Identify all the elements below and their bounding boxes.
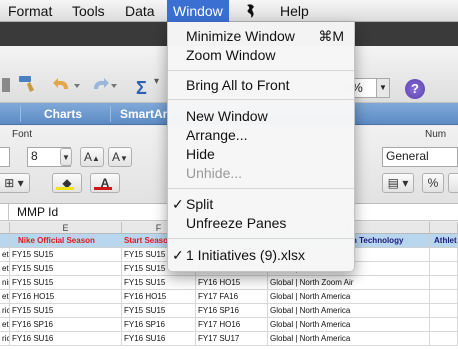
font-group-label: Font — [12, 129, 33, 140]
autosum-dropdown-icon[interactable]: ▾ — [154, 76, 159, 87]
table-cell[interactable]: FY15 SU15 — [10, 304, 122, 318]
menu-separator — [168, 99, 354, 100]
font-size-dropdown-icon[interactable]: ▼ — [60, 148, 72, 166]
table-row: etbalFY16 SP16FY16 SP16FY17 HO16Global |… — [0, 318, 458, 332]
table-cell[interactable]: rican — [0, 304, 10, 318]
zoom-dropdown-icon[interactable]: ▼ — [376, 78, 390, 98]
table-cell[interactable]: Global | North America — [268, 304, 430, 318]
column-header[interactable] — [0, 222, 10, 234]
script-icon[interactable] — [243, 3, 259, 23]
table-cell[interactable]: FY15 SU15 — [10, 262, 122, 276]
header-cell[interactable]: Athlet — [430, 234, 458, 248]
table-cell[interactable]: etbal — [0, 262, 10, 276]
table-cell[interactable]: FY15 SU15 — [122, 304, 196, 318]
redo-icon[interactable] — [88, 76, 118, 99]
table-cell[interactable]: FY17 FA16 — [196, 290, 268, 304]
menubar: Format Tools Data Window Help — [0, 0, 458, 22]
table-cell[interactable]: FY15 SU15 — [122, 276, 196, 290]
table-cell[interactable]: FY16 HO15 — [196, 276, 268, 290]
table-cell[interactable] — [430, 304, 458, 318]
font-color-button[interactable]: A — [90, 173, 120, 193]
menu-tools[interactable]: Tools — [72, 2, 105, 20]
checkmark-icon: ✓ — [172, 247, 184, 263]
shrink-font-button[interactable]: A▼ — [108, 147, 132, 167]
menu-item-unfreeze-panes[interactable]: Unfreeze Panes — [168, 212, 354, 234]
number-format-field[interactable]: General — [382, 147, 458, 167]
number-group-label: Num — [425, 129, 447, 140]
percent-button[interactable]: % — [422, 173, 444, 193]
fill-color-button[interactable]: ◆ — [52, 173, 82, 193]
undo-icon[interactable] — [52, 76, 82, 99]
currency-button[interactable]: ▤ ▾ — [382, 173, 414, 193]
format-painter-icon[interactable] — [16, 73, 38, 100]
table-cell[interactable] — [430, 290, 458, 304]
autosum-icon[interactable]: Σ — [136, 78, 147, 99]
tab-smartart[interactable]: SmartArt — [120, 103, 171, 125]
table-cell[interactable]: FY16 HO15 — [122, 290, 196, 304]
save-icon[interactable] — [2, 76, 12, 99]
menu-format[interactable]: Format — [8, 2, 52, 20]
table-cell[interactable]: etbal — [0, 248, 10, 262]
name-box[interactable] — [0, 204, 9, 221]
menu-separator — [168, 188, 354, 189]
table-row: ningFY15 SU15FY15 SU15FY16 HO15Global | … — [0, 276, 458, 290]
table-cell[interactable] — [430, 318, 458, 332]
table-row: etbalFY16 HO15FY16 HO15FY17 FA16Global |… — [0, 290, 458, 304]
menu-item-open-workbook[interactable]: ✓ 1 Initiatives (9).xlsx — [168, 244, 354, 266]
table-cell[interactable]: FY16 SP16 — [122, 318, 196, 332]
menu-item-zoom-window[interactable]: Zoom Window — [168, 44, 354, 66]
grow-font-button[interactable]: A▲ — [80, 147, 104, 167]
table-cell[interactable]: FY17 HO16 — [196, 318, 268, 332]
menu-window[interactable]: Window — [167, 0, 229, 22]
table-cell[interactable]: FY16 SP16 — [10, 318, 122, 332]
table-cell[interactable]: FY16 SU16 — [10, 332, 122, 346]
column-header[interactable] — [430, 222, 458, 234]
table-cell[interactable]: etbal — [0, 290, 10, 304]
table-cell[interactable]: FY16 SP16 — [196, 304, 268, 318]
table-row: ricanFY16 SU16FY16 SU16FY17 SU17Global |… — [0, 332, 458, 346]
table-cell[interactable] — [430, 262, 458, 276]
help-button[interactable]: ? — [405, 79, 425, 99]
menu-item-bring-all-to-front[interactable]: Bring All to Front — [168, 74, 354, 96]
table-cell[interactable]: FY16 SU16 — [122, 332, 196, 346]
formula-value[interactable]: MMP Id — [17, 205, 58, 220]
menu-item-unhide: Unhide... — [186, 165, 243, 181]
table-cell[interactable]: FY15 SU15 — [10, 248, 122, 262]
header-cell[interactable] — [0, 234, 10, 248]
table-cell[interactable]: FY15 SU15 — [10, 276, 122, 290]
table-cell[interactable] — [430, 248, 458, 262]
table-cell[interactable]: Global | North Zoom Air — [268, 276, 430, 290]
header-cell[interactable]: Nike Official Season — [10, 234, 122, 248]
comma-button[interactable] — [448, 173, 458, 193]
table-cell[interactable]: FY16 HO15 — [10, 290, 122, 304]
window-menu: Minimize Window ⌘M Zoom Window Bring All… — [167, 22, 355, 272]
table-cell[interactable] — [430, 276, 458, 290]
table-row: ricanFY15 SU15FY15 SU15FY16 SP16Global |… — [0, 304, 458, 318]
table-cell[interactable]: Global | North America — [268, 332, 430, 346]
table-cell[interactable]: ning — [0, 276, 10, 290]
column-header[interactable]: E — [10, 222, 122, 234]
table-cell[interactable] — [430, 332, 458, 346]
menu-help[interactable]: Help — [280, 2, 309, 20]
font-name-field[interactable] — [0, 147, 10, 167]
table-cell[interactable]: FY17 SU17 — [196, 332, 268, 346]
menu-data[interactable]: Data — [125, 2, 155, 20]
table-cell[interactable]: etbal — [0, 318, 10, 332]
tab-charts[interactable]: Charts — [44, 103, 82, 125]
borders-button[interactable]: ⊞ ▾ — [0, 173, 30, 193]
table-cell[interactable]: Global | North America — [268, 290, 430, 304]
table-cell[interactable]: Global | North America — [268, 318, 430, 332]
table-cell[interactable]: rican — [0, 332, 10, 346]
menu-separator — [168, 238, 354, 239]
menu-separator — [168, 70, 354, 71]
